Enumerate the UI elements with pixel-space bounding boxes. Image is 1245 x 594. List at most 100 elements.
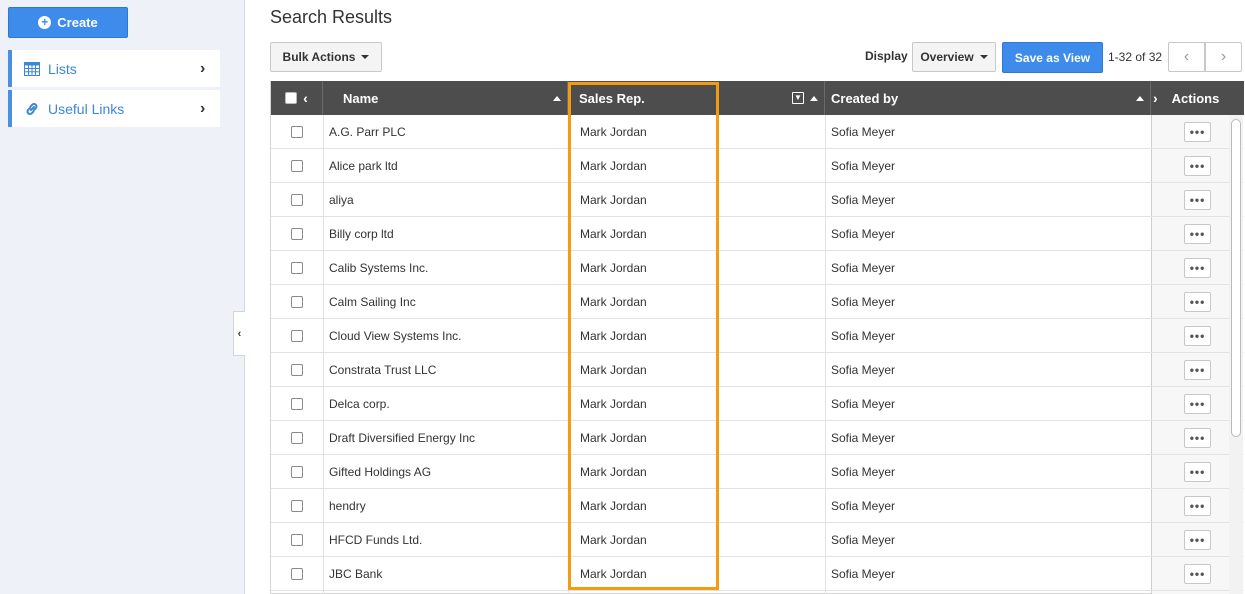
cell-created-by: Sofia Meyer [831, 567, 896, 581]
more-actions-button[interactable]: ••• [1184, 292, 1211, 312]
row-checkbox[interactable] [291, 500, 303, 512]
cell-name[interactable]: hendry [329, 489, 564, 523]
table-row[interactable]: Billy corp ltd Mark Jordan Sofia Meyer ••• [271, 217, 1244, 251]
pager-prev-button[interactable]: ‹ [1168, 42, 1205, 72]
row-checkbox-cell [291, 115, 305, 149]
cell-actions: ••• [1184, 285, 1214, 319]
table-row[interactable]: A.G. Parr PLC Mark Jordan Sofia Meyer ••• [271, 115, 1244, 149]
filter-icon[interactable]: ▼ [792, 92, 804, 104]
row-checkbox-cell [291, 523, 305, 557]
cell-created-by: Sofia Meyer [831, 261, 896, 275]
cell-sales-rep: Mark Jordan [580, 329, 647, 343]
vertical-scrollbar[interactable] [1229, 115, 1243, 594]
cell-actions: ••• [1184, 387, 1214, 421]
display-label: Display [865, 49, 908, 63]
cell-name[interactable]: A.G. Parr PLC [329, 115, 564, 149]
cell-name[interactable]: HFCD Funds Ltd. [329, 523, 564, 557]
save-as-view-button[interactable]: Save as View [1002, 42, 1103, 73]
table-row[interactable]: Draft Diversified Energy Inc Mark Jordan S… [271, 421, 1244, 455]
cell-actions: ••• [1184, 217, 1214, 251]
more-actions-button[interactable]: ••• [1184, 564, 1211, 584]
chevron-right-icon: › [1220, 48, 1227, 65]
row-checkbox[interactable] [291, 534, 303, 546]
table-row[interactable]: Delca corp. Mark Jordan Sofia Meyer ••• [271, 387, 1244, 421]
more-actions-button[interactable]: ••• [1184, 496, 1211, 516]
row-checkbox[interactable] [291, 568, 303, 580]
table-row[interactable]: aliya Mark Jordan Sofia Meyer ••• [271, 183, 1244, 217]
cell-name[interactable]: Draft Diversified Energy Inc [329, 421, 564, 455]
table-row[interactable]: JBC Bank Mark Jordan Sofia Meyer ••• [271, 557, 1244, 591]
table-row[interactable]: Gifted Holdings AG Mark Jordan Sofia Meyer… [271, 455, 1244, 489]
more-actions-button[interactable]: ••• [1184, 462, 1211, 482]
sidebar-item-label: Lists [48, 60, 77, 77]
row-checkbox[interactable] [291, 262, 303, 274]
calendar-grid-icon [24, 61, 40, 76]
cell-name[interactable]: Calib Systems Inc. [329, 251, 564, 285]
column-header-created-by[interactable]: Created by [825, 81, 1151, 115]
cell-name[interactable]: Delca corp. [329, 387, 564, 421]
row-checkbox[interactable] [291, 194, 303, 206]
display-select[interactable]: Overview [912, 42, 996, 72]
row-checkbox[interactable] [291, 364, 303, 376]
table-row[interactable]: Calm Sailing Inc Mark Jordan Sofia Meyer ••… [271, 285, 1244, 319]
row-checkbox[interactable] [291, 296, 303, 308]
more-actions-button[interactable]: ••• [1184, 530, 1211, 550]
cell-sales-rep: Mark Jordan [580, 567, 647, 581]
table-row[interactable]: Cloud View Systems Inc. Mark Jordan Sofia … [271, 319, 1244, 353]
cell-sales-rep: Mark Jordan [580, 125, 647, 139]
pager-next-button[interactable]: › [1205, 42, 1242, 72]
cell-actions: ••• [1184, 319, 1214, 353]
cell-sales-rep: Mark Jordan [580, 193, 647, 207]
cell-name[interactable]: aliya [329, 183, 564, 217]
cell-name[interactable]: Cloud View Systems Inc. [329, 319, 564, 353]
bulk-actions-dropdown[interactable]: Bulk Actions [270, 42, 382, 72]
row-checkbox[interactable] [291, 160, 303, 172]
row-checkbox[interactable] [291, 330, 303, 342]
row-checkbox[interactable] [291, 466, 303, 478]
more-actions-button[interactable]: ••• [1184, 394, 1211, 414]
column-header-sales-rep[interactable]: Sales Rep. ▼ [568, 81, 825, 115]
select-all-checkbox[interactable] [285, 92, 298, 104]
table-row[interactable]: Alice park ltd Mark Jordan Sofia Meyer ••• [271, 149, 1244, 183]
chevron-right-icon[interactable]: › [1153, 90, 1158, 106]
more-actions-button[interactable]: ••• [1184, 428, 1211, 448]
row-checkbox[interactable] [291, 398, 303, 410]
more-actions-button[interactable]: ••• [1184, 190, 1211, 210]
row-checkbox[interactable] [291, 432, 303, 444]
table-row[interactable]: Constrata Trust LLC Mark Jordan Sofia Meye… [271, 353, 1244, 387]
cell-sales-rep: Mark Jordan [580, 431, 647, 445]
more-actions-button[interactable]: ••• [1184, 326, 1211, 346]
scrollbar-thumb[interactable] [1231, 119, 1241, 437]
cell-name[interactable]: Billy corp ltd [329, 217, 564, 251]
sidebar-item-lists[interactable]: Lists › [8, 50, 220, 87]
display-select-value: Overview [920, 50, 974, 64]
sidebar-item-useful-links[interactable]: Useful Links › [8, 90, 220, 127]
column-header-name[interactable]: Name [323, 81, 568, 115]
cell-created-by: Sofia Meyer [831, 431, 896, 445]
cell-created-by: Sofia Meyer [831, 227, 896, 241]
more-actions-button[interactable]: ••• [1184, 224, 1211, 244]
row-checkbox[interactable] [291, 126, 303, 138]
cell-name[interactable]: JBC Bank [329, 557, 564, 591]
table-row[interactable]: Calib Systems Inc. Mark Jordan Sofia Meyer… [271, 251, 1244, 285]
cell-name[interactable]: Calm Sailing Inc [329, 285, 564, 319]
collapse-sidebar-button[interactable]: ‹ [233, 311, 245, 356]
create-button-label: Create [57, 15, 98, 30]
more-actions-button[interactable]: ••• [1184, 360, 1211, 380]
cell-sales-rep: Mark Jordan [580, 227, 647, 241]
cell-name[interactable]: Alice park ltd [329, 149, 564, 183]
cell-name[interactable]: Gifted Holdings AG [329, 455, 564, 489]
chevron-right-icon: › [200, 99, 206, 117]
cell-name[interactable]: Constrata Trust LLC [329, 353, 564, 387]
chevron-left-icon[interactable]: ‹ [303, 90, 308, 106]
table-row[interactable]: hendry Mark Jordan Sofia Meyer ••• [271, 489, 1244, 523]
create-button[interactable]: + Create [8, 7, 128, 38]
cell-actions: ••• [1184, 523, 1214, 557]
pager-count: 1-32 of 32 [1108, 50, 1163, 64]
more-actions-button[interactable]: ••• [1184, 122, 1211, 142]
more-actions-button[interactable]: ••• [1184, 156, 1211, 176]
sidebar: + Create Lists › Useful Links › ‹ [0, 0, 245, 594]
row-checkbox[interactable] [291, 228, 303, 240]
more-actions-button[interactable]: ••• [1184, 258, 1211, 278]
table-row[interactable]: HFCD Funds Ltd. Mark Jordan Sofia Meyer ••• [271, 523, 1244, 557]
